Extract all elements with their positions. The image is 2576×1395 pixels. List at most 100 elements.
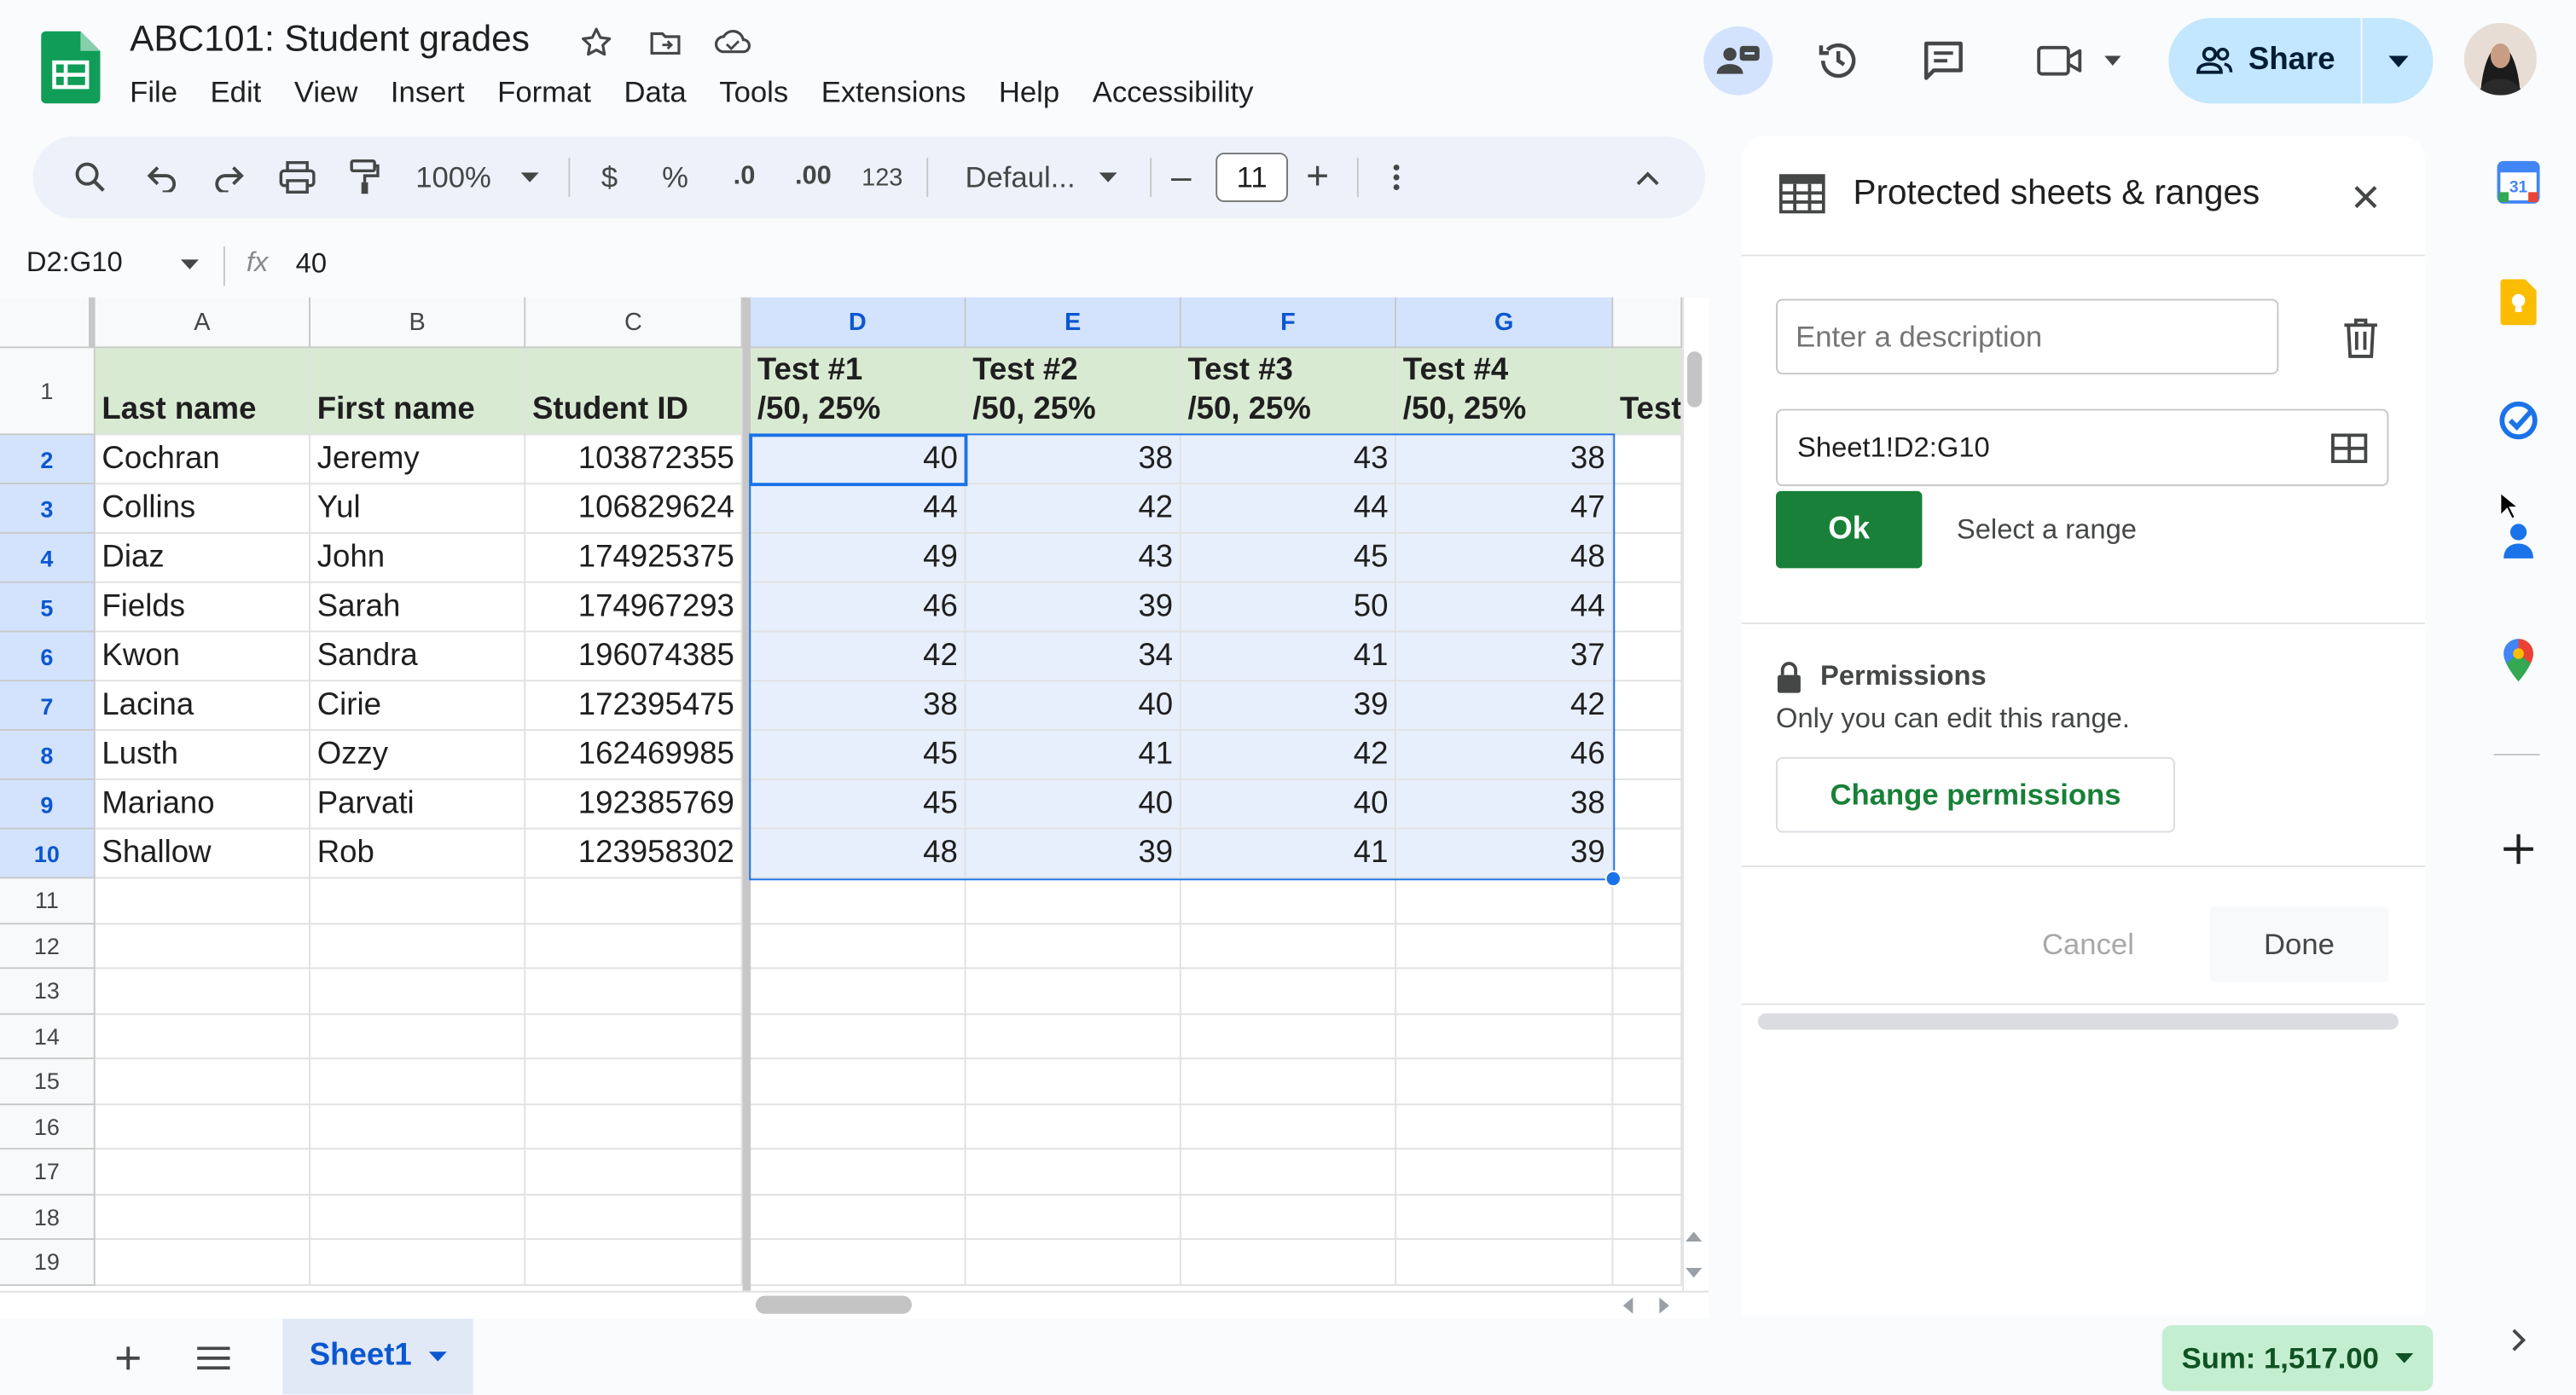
table-cell[interactable] — [1613, 632, 1683, 682]
column-header-d[interactable]: D — [751, 297, 966, 349]
row-header[interactable]: 5 — [0, 582, 96, 633]
table-cell[interactable] — [751, 1240, 966, 1286]
table-cell[interactable] — [525, 1240, 743, 1286]
paint-format-icon[interactable] — [344, 154, 386, 200]
table-cell[interactable] — [1613, 1014, 1683, 1060]
column-header-e[interactable]: E — [966, 297, 1181, 349]
table-cell[interactable]: 41 — [1181, 632, 1397, 682]
row-header[interactable]: 3 — [0, 484, 96, 534]
table-cell[interactable]: 41 — [1181, 829, 1397, 879]
header-cell-partial[interactable]: Test — [1613, 348, 1683, 436]
table-cell[interactable] — [525, 923, 743, 970]
table-cell[interactable] — [1613, 878, 1683, 924]
table-cell[interactable]: 46 — [751, 582, 966, 633]
table-cell[interactable]: 162469985 — [525, 731, 743, 780]
table-cell[interactable] — [751, 969, 966, 1015]
table-cell[interactable] — [1181, 923, 1397, 970]
table-cell[interactable] — [95, 1104, 311, 1150]
share-button[interactable]: Share — [2168, 18, 2434, 104]
font-dropdown-icon[interactable] — [1094, 154, 1121, 200]
all-sheets-icon[interactable] — [190, 1335, 236, 1381]
name-box-dropdown-icon[interactable] — [180, 259, 200, 269]
scroll-left-icon[interactable] — [1622, 1297, 1633, 1314]
zoom-dropdown-icon[interactable] — [516, 154, 542, 200]
table-cell[interactable] — [1181, 1104, 1397, 1150]
table-cell[interactable]: Cirie — [310, 681, 526, 732]
table-cell[interactable]: 40 — [966, 681, 1181, 732]
table-cell[interactable] — [1613, 1059, 1683, 1105]
menu-file[interactable]: File — [113, 74, 194, 112]
table-cell[interactable] — [1181, 1240, 1397, 1286]
table-cell[interactable] — [525, 969, 743, 1015]
table-cell[interactable]: 48 — [1396, 533, 1614, 583]
table-cell[interactable]: 43 — [1181, 435, 1397, 485]
table-cell[interactable]: 192385769 — [525, 779, 743, 830]
table-cell[interactable]: 50 — [1181, 582, 1397, 633]
scroll-up-icon[interactable] — [1685, 1231, 1703, 1242]
table-cell[interactable] — [1396, 923, 1614, 970]
table-cell[interactable] — [1613, 1149, 1683, 1195]
column-header-g[interactable]: G — [1396, 297, 1614, 349]
keep-icon[interactable] — [2492, 276, 2545, 329]
add-sheet-icon[interactable] — [105, 1335, 151, 1381]
row-header[interactable]: 2 — [0, 435, 96, 485]
row-header[interactable]: 8 — [0, 731, 96, 780]
range-input[interactable]: Sheet1!D2:G10 — [1776, 408, 2389, 487]
table-cell[interactable] — [95, 1014, 311, 1060]
table-cell[interactable] — [1613, 484, 1683, 534]
table-cell[interactable] — [310, 1195, 526, 1241]
frozen-column-divider[interactable] — [742, 297, 751, 1291]
table-cell[interactable] — [751, 878, 966, 924]
table-cell[interactable]: Yul — [310, 484, 526, 534]
table-cell[interactable] — [95, 969, 311, 1015]
table-cell[interactable] — [1613, 1104, 1683, 1150]
table-cell[interactable] — [1613, 533, 1683, 583]
table-cell[interactable] — [1181, 1195, 1397, 1241]
row-header[interactable]: 18 — [0, 1195, 96, 1241]
table-cell[interactable] — [95, 1195, 311, 1241]
header-cell[interactable]: Test #1 /50, 25% — [751, 348, 966, 436]
sheets-logo-icon[interactable] — [41, 31, 101, 104]
table-cell[interactable]: Parvati — [310, 779, 526, 830]
undo-icon[interactable] — [142, 154, 184, 200]
table-cell[interactable]: 196074385 — [525, 632, 743, 682]
ok-button[interactable]: Ok — [1776, 490, 1923, 569]
table-cell[interactable] — [966, 923, 1181, 970]
table-cell[interactable]: Ozzy — [310, 731, 526, 780]
table-cell[interactable]: Jeremy — [310, 435, 526, 485]
menu-edit[interactable]: Edit — [194, 74, 277, 112]
table-cell[interactable] — [1396, 878, 1614, 924]
spreadsheet-grid[interactable]: A B C D E F G 1 2 3 4 5 6 7 8 9 10 11 12 13 14 15 16 17 18 19 Last… — [0, 297, 1683, 1291]
table-cell[interactable] — [966, 1059, 1181, 1105]
table-cell[interactable]: 172395475 — [525, 681, 743, 732]
table-cell[interactable] — [751, 1059, 966, 1105]
column-header-c[interactable]: C — [525, 297, 743, 349]
table-cell[interactable]: 45 — [1181, 533, 1397, 583]
table-cell[interactable] — [1613, 1240, 1683, 1286]
table-cell[interactable] — [1396, 1104, 1614, 1150]
contacts-icon[interactable] — [2492, 514, 2545, 567]
row-header[interactable]: 6 — [0, 632, 96, 682]
column-header-f[interactable]: F — [1181, 297, 1397, 349]
more-vert-icon[interactable] — [1380, 154, 1413, 200]
table-cell[interactable]: 42 — [966, 484, 1181, 534]
table-cell[interactable] — [1613, 435, 1683, 485]
table-cell[interactable] — [310, 1149, 526, 1195]
table-cell[interactable] — [310, 969, 526, 1015]
description-input[interactable] — [1776, 298, 2279, 375]
version-history-icon[interactable] — [1804, 26, 1873, 96]
table-cell[interactable]: 45 — [751, 731, 966, 780]
table-cell[interactable]: Diaz — [95, 533, 311, 583]
table-cell[interactable]: 44 — [1396, 582, 1614, 633]
row-header[interactable]: 1 — [0, 348, 96, 436]
table-cell[interactable] — [1613, 779, 1683, 830]
share-main[interactable]: Share — [2168, 18, 2360, 103]
table-cell[interactable]: 47 — [1396, 484, 1614, 534]
table-cell[interactable]: 39 — [966, 829, 1181, 879]
vertical-scrollbar[interactable] — [1682, 297, 1709, 1291]
table-cell[interactable]: Rob — [310, 829, 526, 879]
table-cell[interactable]: Kwon — [95, 632, 311, 682]
table-cell[interactable] — [95, 1059, 311, 1105]
grid-select-icon[interactable] — [2326, 425, 2372, 472]
close-icon[interactable] — [2342, 174, 2388, 220]
